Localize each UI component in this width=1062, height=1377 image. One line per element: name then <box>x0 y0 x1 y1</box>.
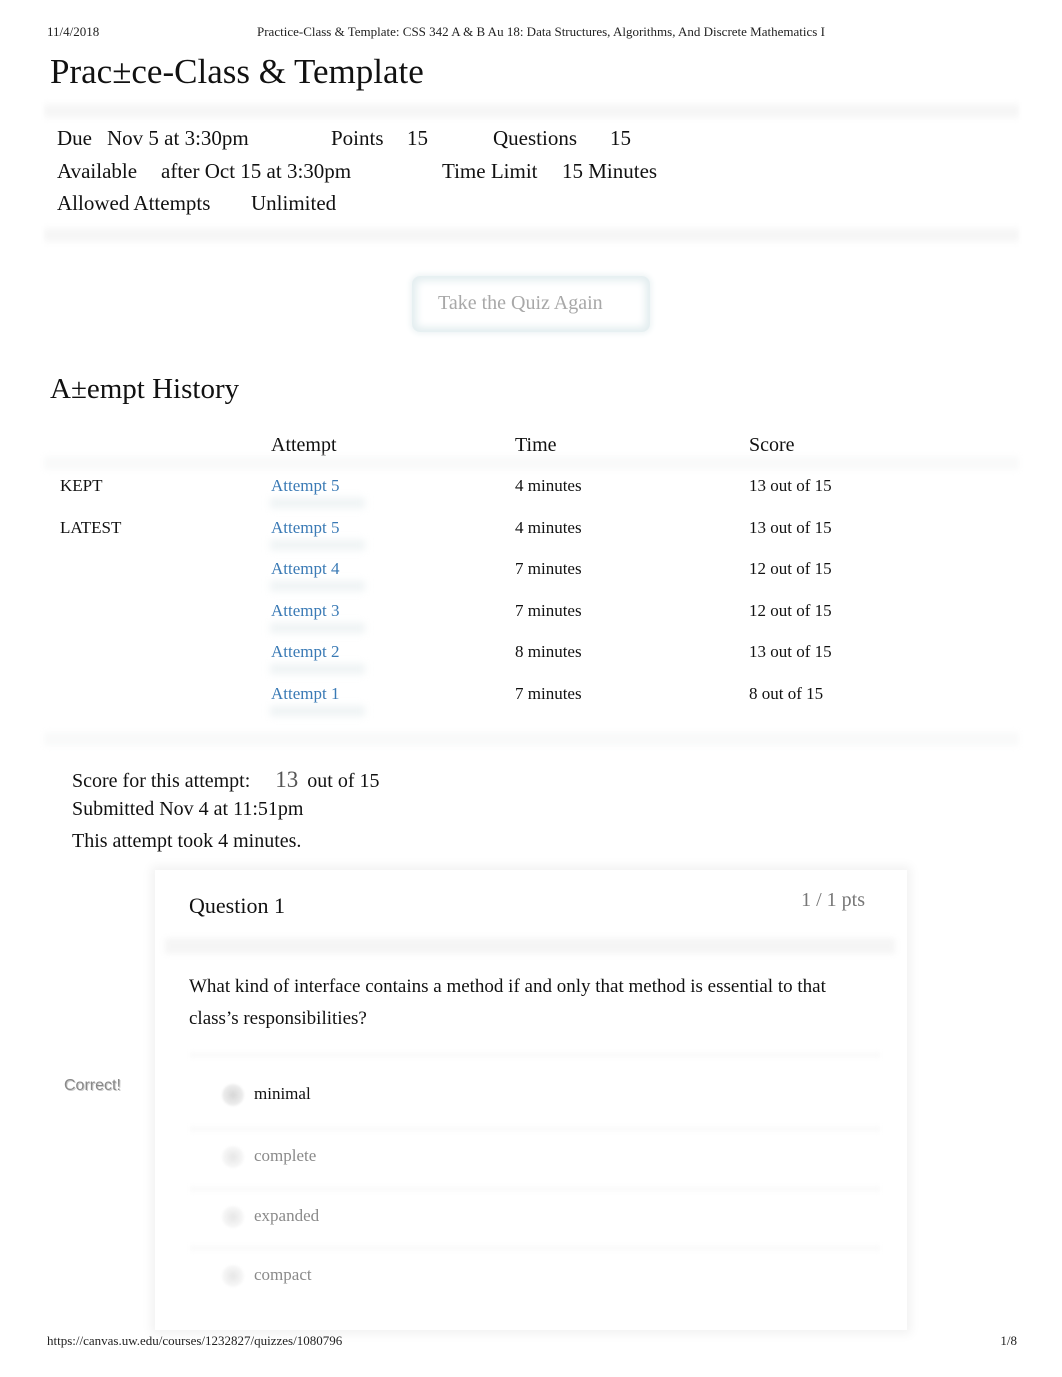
points-value: 15 <box>407 126 428 150</box>
question-header-divider <box>165 938 895 954</box>
question-text: What kind of interface contains a method… <box>189 976 826 1029</box>
link-shadow <box>270 664 365 674</box>
attempt-link[interactable]: Attempt 1 <box>271 684 339 704</box>
print-page-number: 1/8 <box>1000 1333 1017 1348</box>
table-bottom-divider <box>44 732 1019 746</box>
print-date: 11/4/2018 <box>47 24 100 39</box>
due-label: Due <box>57 126 92 150</box>
questions-label: Questions <box>493 126 577 150</box>
allowed-attempts-label: Allowed Attempts <box>57 191 211 215</box>
attempt-link[interactable]: Attempt 2 <box>271 642 339 662</box>
points-label: Points <box>331 126 384 150</box>
attempt-time: 8 minutes <box>515 642 582 661</box>
radio-selected-icon[interactable] <box>222 1084 244 1106</box>
attempt-score: 12 out of 15 <box>749 601 832 620</box>
attempt-time: 7 minutes <box>515 684 582 703</box>
print-header: 11/4/2018 Practice-Class & Template: CSS… <box>47 24 1017 42</box>
details-bottom-divider <box>44 226 1019 244</box>
link-shadow <box>270 623 365 633</box>
questions-value: 15 <box>610 126 631 150</box>
attempt-link[interactable]: Attempt 5 <box>271 476 339 496</box>
allowed-attempts-value: Unlimited <box>251 191 337 215</box>
print-footer: https://canvas.uw.edu/courses/1232827/qu… <box>47 1333 1017 1351</box>
link-shadow <box>270 581 365 591</box>
attempt-history-title: A±empt History <box>50 373 240 405</box>
attempt-duration: This attempt took 4 minutes. <box>72 830 302 852</box>
attempt-time: 4 minutes <box>515 518 582 537</box>
column-header-attempt: Attempt <box>271 434 337 456</box>
attempt-time: 7 minutes <box>515 559 582 578</box>
link-shadow <box>270 540 365 550</box>
attempt-tag: LATEST <box>60 518 122 537</box>
attempt-score: 13 out of 15 <box>749 642 832 661</box>
link-shadow <box>270 706 365 716</box>
radio-icon[interactable] <box>222 1206 244 1228</box>
table-header-divider <box>44 456 1019 470</box>
time-limit-value: 15 Minutes <box>562 159 658 183</box>
radio-icon[interactable] <box>222 1146 244 1168</box>
due-value: Nov 5 at 3:30pm <box>107 126 249 150</box>
correct-indicator: Correct! <box>64 1077 121 1094</box>
score-summary: Score for this attempt: 13 out of 15 <box>72 767 380 793</box>
answer-divider <box>190 1186 880 1192</box>
column-header-score: Score <box>749 434 795 456</box>
link-shadow <box>270 498 365 508</box>
attempt-link[interactable]: Attempt 5 <box>271 518 339 538</box>
details-top-divider <box>44 102 1019 120</box>
answers-top-divider <box>190 1052 880 1058</box>
answer-label: minimal <box>254 1084 311 1103</box>
available-label: Available <box>57 159 138 183</box>
score-value: 13 <box>275 767 299 792</box>
question-points: 1 / 1 pts <box>801 889 865 911</box>
attempt-link[interactable]: Attempt 4 <box>271 559 339 579</box>
attempt-link[interactable]: Attempt 3 <box>271 601 339 621</box>
attempt-score: 13 out of 15 <box>749 476 832 495</box>
attempt-score: 12 out of 15 <box>749 559 832 578</box>
attempt-score: 13 out of 15 <box>749 518 832 537</box>
submitted-time: Submitted Nov 4 at 11:51pm <box>72 798 304 820</box>
take-quiz-again-button[interactable]: Take the Quiz Again <box>412 276 650 332</box>
available-value: after Oct 15 at 3:30pm <box>161 159 352 183</box>
answer-label: complete <box>254 1146 317 1165</box>
answer-label: compact <box>254 1265 312 1284</box>
print-page-title: Practice-Class & Template: CSS 342 A & B… <box>257 24 825 39</box>
question-title: Question 1 <box>189 893 285 918</box>
attempt-time: 4 minutes <box>515 476 582 495</box>
answer-divider <box>190 1126 880 1132</box>
answer-label: expanded <box>254 1206 320 1225</box>
print-url: https://canvas.uw.edu/courses/1232827/qu… <box>47 1333 343 1348</box>
time-limit-label: Time Limit <box>442 159 538 183</box>
score-label: Score for this attempt: <box>72 770 251 792</box>
attempt-time: 7 minutes <box>515 601 582 620</box>
radio-icon[interactable] <box>222 1265 244 1287</box>
page-title: Prac±ce-Class & Template <box>50 52 424 91</box>
attempt-score: 8 out of 15 <box>749 684 824 703</box>
answer-divider <box>190 1245 880 1251</box>
column-header-time: Time <box>515 434 557 456</box>
score-total: out of 15 <box>307 770 380 792</box>
attempt-tag: KEPT <box>60 476 103 495</box>
